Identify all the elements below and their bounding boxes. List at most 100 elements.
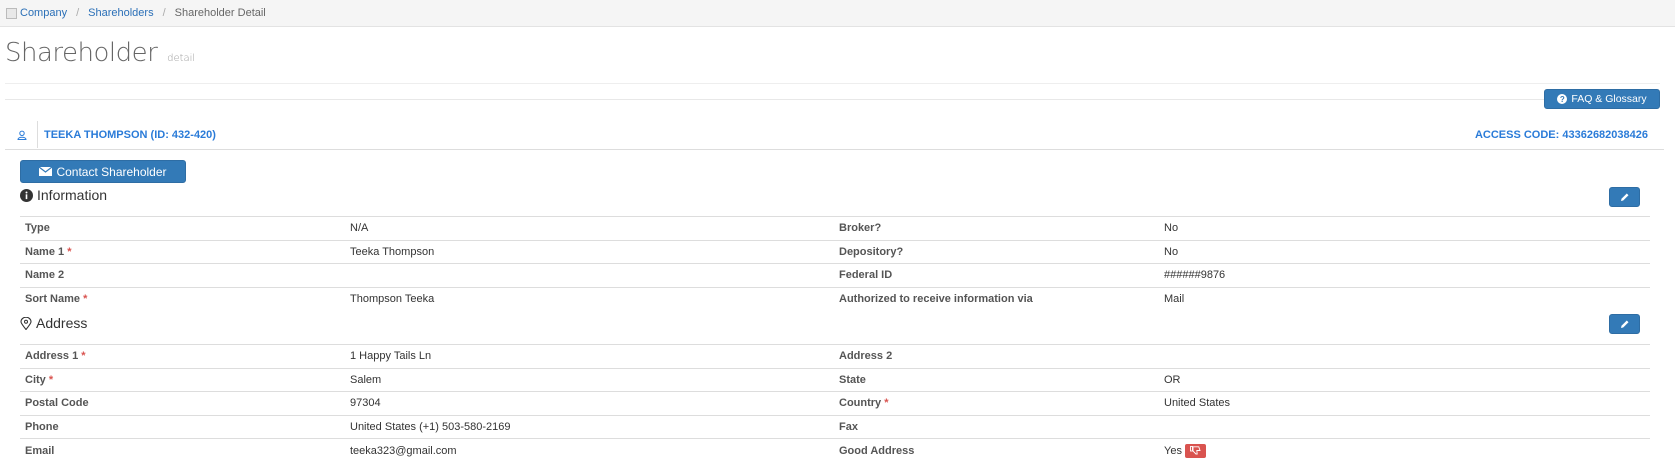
contact-shareholder-label: Contact Shareholder bbox=[56, 165, 166, 179]
field-label-text: Postal Code bbox=[25, 397, 89, 409]
page-title-text: Shareholder bbox=[5, 38, 157, 68]
header-divider bbox=[37, 121, 38, 148]
field-value-text: United States bbox=[1164, 397, 1230, 409]
field-value-text: Salem bbox=[350, 374, 381, 386]
field-label-text: Broker? bbox=[839, 222, 881, 234]
detail-row: Email teeka323@gmail.comGood Address Yes bbox=[20, 439, 1650, 462]
breadcrumb-company-link[interactable]: Company bbox=[20, 7, 67, 19]
detail-row: Type N/ABroker? No bbox=[20, 217, 1650, 241]
map-marker-icon bbox=[20, 317, 32, 330]
thumbs-down-icon bbox=[1190, 446, 1201, 455]
field-value: No bbox=[1159, 240, 1650, 264]
breadcrumb-shareholders-link[interactable]: Shareholders bbox=[88, 7, 153, 19]
field-value bbox=[1159, 415, 1650, 439]
field-value: Teeka Thompson bbox=[345, 240, 834, 264]
field-label: Name 2 bbox=[20, 264, 345, 288]
detail-row: Name 1 * Teeka Thompson Depository? No bbox=[20, 240, 1650, 264]
detail-row: Sort Name * Thompson Teeka Authorized to r… bbox=[20, 287, 1650, 311]
contact-shareholder-button[interactable]: Contact Shareholder bbox=[20, 160, 186, 183]
information-table: Type N/ABroker? NoName 1 *Teeka Thompson… bbox=[20, 216, 1650, 311]
field-label: Authorized to receive information via bbox=[834, 287, 1159, 311]
mark-bad-address-button[interactable] bbox=[1185, 444, 1206, 458]
field-value: Salem bbox=[345, 368, 834, 392]
breadcrumb-separator: / bbox=[76, 7, 79, 19]
user-icon bbox=[17, 130, 27, 140]
field-value-text: Teeka Thompson bbox=[350, 246, 434, 258]
field-label: Name 1 * bbox=[20, 240, 345, 264]
field-value-text: OR bbox=[1164, 374, 1181, 386]
envelope-icon bbox=[39, 167, 52, 176]
breadcrumb-separator: / bbox=[163, 7, 166, 19]
field-label: Email bbox=[20, 439, 345, 462]
field-value bbox=[345, 264, 834, 288]
shareholder-header: TEEKA THOMPSON (ID: 432-420) ACCESS CODE… bbox=[5, 121, 1664, 150]
field-value: United States bbox=[1159, 392, 1650, 416]
edit-information-button[interactable] bbox=[1609, 187, 1640, 207]
field-value: No bbox=[1159, 217, 1650, 241]
field-label-text: Address 1 bbox=[25, 350, 78, 362]
field-value: N/A bbox=[345, 217, 834, 241]
field-value: United States (+1) 503-580-2169 bbox=[345, 415, 834, 439]
field-value-text: Thompson Teeka bbox=[350, 293, 434, 305]
field-value: teeka323@gmail.com bbox=[345, 439, 834, 462]
field-value: OR bbox=[1159, 368, 1650, 392]
field-value-text: United States (+1) 503-580-2169 bbox=[350, 421, 511, 433]
pencil-icon bbox=[1620, 192, 1630, 202]
edit-address-button[interactable] bbox=[1609, 314, 1640, 334]
field-label-text: Authorized to receive information via bbox=[839, 293, 1033, 305]
field-label-text: Phone bbox=[25, 421, 59, 433]
required-marker: * bbox=[49, 374, 53, 386]
detail-row: Postal Code 97304 Country * United States bbox=[20, 392, 1650, 416]
breadcrumb-current: Shareholder Detail bbox=[175, 7, 266, 19]
page-subtitle: detail bbox=[167, 53, 195, 64]
field-label-text: Federal ID bbox=[839, 269, 892, 281]
required-marker: * bbox=[67, 246, 71, 258]
field-label: Postal Code bbox=[20, 392, 345, 416]
field-label-text: Country bbox=[839, 397, 881, 409]
detail-row: Address 1 * 1 Happy Tails Ln Address 2 bbox=[20, 345, 1650, 369]
field-value: Yes bbox=[1159, 439, 1650, 462]
required-marker: * bbox=[83, 293, 87, 305]
field-label-text: Address 2 bbox=[839, 350, 892, 362]
required-marker: * bbox=[81, 350, 85, 362]
pencil-icon bbox=[1620, 319, 1630, 329]
field-label-text: Name 2 bbox=[25, 269, 64, 281]
divider bbox=[5, 99, 1660, 100]
field-value-text: No bbox=[1164, 246, 1178, 258]
access-code: ACCESS CODE: 43362682038426 bbox=[1475, 129, 1648, 141]
field-value-text: teeka323@gmail.com bbox=[350, 445, 457, 457]
field-value-text: N/A bbox=[350, 222, 368, 234]
field-label: Depository? bbox=[834, 240, 1159, 264]
field-label-text: City bbox=[25, 374, 46, 386]
field-value-text: 1 Happy Tails Ln bbox=[350, 350, 431, 362]
field-label: Fax bbox=[834, 415, 1159, 439]
field-value: 1 Happy Tails Ln bbox=[345, 345, 834, 369]
required-marker: * bbox=[884, 397, 888, 409]
home-icon[interactable] bbox=[6, 8, 17, 19]
faq-glossary-label: FAQ & Glossary bbox=[1571, 93, 1646, 105]
field-value-text: Mail bbox=[1164, 293, 1184, 305]
field-label: Sort Name * bbox=[20, 287, 345, 311]
field-value-text: No bbox=[1164, 222, 1178, 234]
field-value-text: Yes bbox=[1164, 444, 1182, 456]
field-value bbox=[1159, 345, 1650, 369]
information-title-text: Information bbox=[37, 187, 107, 203]
field-label: Broker? bbox=[834, 217, 1159, 241]
field-label: City * bbox=[20, 368, 345, 392]
detail-row: Name 2 Federal ID ######9876 bbox=[20, 264, 1650, 288]
field-label-text: Depository? bbox=[839, 246, 903, 258]
page-title: Shareholder detail bbox=[5, 38, 195, 68]
breadcrumb: Company / Shareholders / Shareholder Det… bbox=[0, 0, 1675, 27]
faq-glossary-button[interactable]: ? FAQ & Glossary bbox=[1544, 89, 1660, 109]
field-value-text: ######9876 bbox=[1164, 269, 1225, 281]
detail-row: City * Salem State OR bbox=[20, 368, 1650, 392]
question-circle-icon: ? bbox=[1557, 94, 1567, 104]
field-label: Address 1 * bbox=[20, 345, 345, 369]
information-section-title: Information bbox=[20, 187, 107, 203]
divider bbox=[5, 83, 1660, 84]
field-value-text: 97304 bbox=[350, 397, 381, 409]
field-label-text: Fax bbox=[839, 421, 858, 433]
field-label-text: State bbox=[839, 374, 866, 386]
address-title-text: Address bbox=[36, 315, 87, 331]
field-label: State bbox=[834, 368, 1159, 392]
